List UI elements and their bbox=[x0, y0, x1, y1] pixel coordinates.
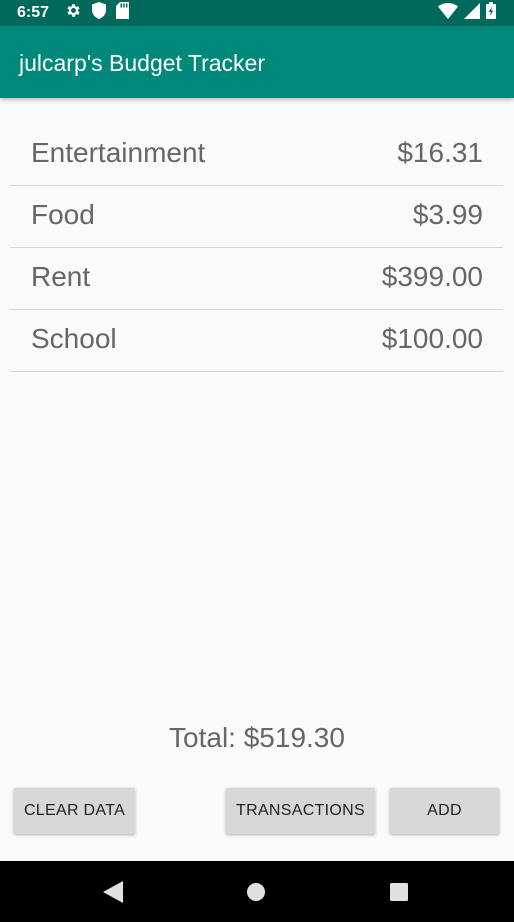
battery-icon bbox=[486, 2, 496, 24]
gear-icon bbox=[65, 2, 82, 24]
category-row-entertainment[interactable]: Entertainment $16.31 bbox=[10, 124, 503, 186]
signal-icon bbox=[464, 2, 480, 24]
category-amount: $399.00 bbox=[381, 261, 483, 292]
category-amount: $100.00 bbox=[381, 323, 483, 354]
app-title: julcarp's Budget Tracker bbox=[19, 50, 266, 76]
status-time: 6:57 bbox=[17, 4, 50, 21]
sd-card-icon bbox=[116, 2, 129, 24]
category-row-school[interactable]: School $100.00 bbox=[10, 310, 503, 372]
wifi-icon bbox=[438, 2, 458, 24]
recents-icon[interactable] bbox=[386, 879, 412, 905]
category-amount: $3.99 bbox=[412, 199, 483, 230]
category-name: Rent bbox=[31, 261, 91, 292]
home-icon[interactable] bbox=[243, 879, 269, 905]
category-row-rent[interactable]: Rent $399.00 bbox=[10, 248, 503, 310]
category-name: School bbox=[31, 323, 117, 354]
add-button[interactable]: ADD bbox=[390, 788, 499, 834]
back-icon[interactable] bbox=[100, 879, 126, 905]
clear-data-button[interactable]: CLEAR DATA bbox=[14, 788, 135, 834]
status-icons-left bbox=[65, 2, 129, 24]
category-list: Entertainment $16.31 Food $3.99 Rent $39… bbox=[10, 124, 503, 372]
category-amount: $16.31 bbox=[397, 137, 483, 168]
status-bar: 6:57 bbox=[0, 0, 514, 26]
category-name: Entertainment bbox=[31, 137, 206, 168]
status-icons-right bbox=[438, 2, 496, 24]
category-row-food[interactable]: Food $3.99 bbox=[10, 186, 503, 248]
total-label: Total: $519.30 bbox=[169, 722, 345, 753]
navigation-bar bbox=[0, 861, 514, 922]
app-bar: julcarp's Budget Tracker bbox=[0, 26, 514, 98]
transactions-button[interactable]: TRANSACTIONS bbox=[226, 788, 375, 834]
category-name: Food bbox=[31, 199, 95, 230]
shield-icon bbox=[92, 2, 106, 24]
